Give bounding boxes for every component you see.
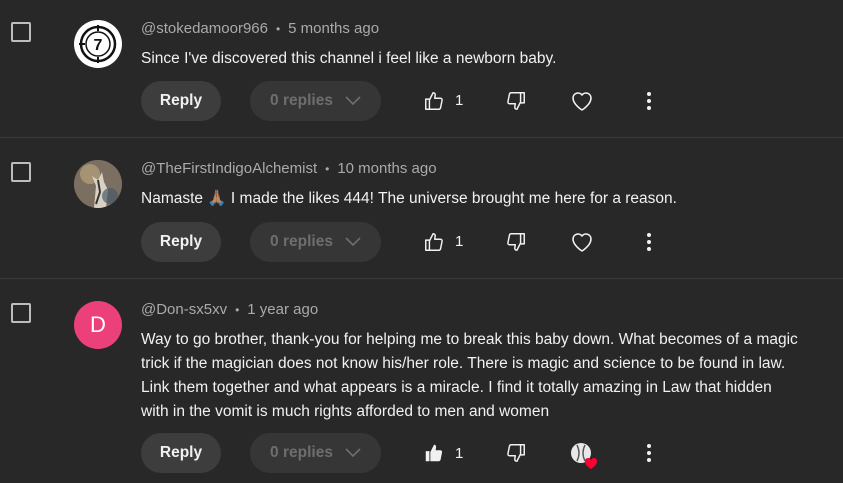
avatar[interactable]: D bbox=[74, 301, 122, 349]
like-button[interactable] bbox=[422, 441, 446, 465]
timestamp[interactable]: 10 months ago bbox=[337, 160, 436, 177]
dislike-button[interactable] bbox=[504, 89, 528, 113]
dislike-button[interactable] bbox=[504, 230, 528, 254]
reply-button[interactable]: Reply bbox=[141, 81, 221, 121]
author-name[interactable]: @stokedamoor966 bbox=[141, 20, 268, 37]
avatar-logo-text: 7 bbox=[94, 37, 103, 54]
channel-logo-icon: 7 bbox=[79, 25, 117, 63]
select-checkbox[interactable] bbox=[11, 162, 31, 182]
view-replies-button[interactable]: 0 replies bbox=[250, 81, 381, 121]
like-count: 1 bbox=[455, 233, 464, 250]
creator-heart-badge[interactable] bbox=[568, 440, 598, 470]
more-vert-icon bbox=[647, 92, 651, 110]
like-button[interactable] bbox=[422, 230, 446, 254]
heart-button[interactable] bbox=[570, 89, 594, 113]
avatar-letter: D bbox=[90, 312, 106, 337]
chevron-down-icon bbox=[345, 237, 361, 247]
like-count: 1 bbox=[455, 92, 464, 109]
comment-meta: @stokedamoor966 • 5 months ago bbox=[141, 20, 379, 37]
more-vert-icon bbox=[647, 233, 651, 251]
chevron-down-icon bbox=[345, 448, 361, 458]
comments-list: 7 @stokedamoor966 • 5 months ago Since I'v… bbox=[0, 0, 843, 483]
select-checkbox[interactable] bbox=[11, 303, 31, 323]
thumbs-down-icon bbox=[507, 92, 525, 110]
avatar[interactable]: 7 bbox=[74, 20, 122, 68]
more-actions-button[interactable] bbox=[637, 441, 661, 465]
comment-text: Namaste 🙏🏽 I made the likes 444! The uni… bbox=[141, 190, 677, 207]
thumbs-down-icon bbox=[507, 444, 525, 462]
comment-text: Since I've discovered this channel i fee… bbox=[141, 50, 557, 67]
comment-meta: @Don-sx5xv • 1 year ago bbox=[141, 301, 318, 318]
avatar[interactable] bbox=[74, 160, 122, 208]
view-replies-button[interactable]: 0 replies bbox=[250, 433, 381, 473]
chevron-down-icon bbox=[345, 96, 361, 106]
heart-icon bbox=[572, 233, 592, 252]
more-actions-button[interactable] bbox=[637, 230, 661, 254]
view-replies-button[interactable]: 0 replies bbox=[250, 222, 381, 262]
author-name[interactable]: @TheFirstIndigoAlchemist bbox=[141, 160, 317, 177]
more-actions-button[interactable] bbox=[637, 89, 661, 113]
timestamp[interactable]: 1 year ago bbox=[247, 301, 318, 318]
like-button[interactable] bbox=[422, 89, 446, 113]
meta-separator: • bbox=[275, 22, 281, 36]
thumbs-up-icon bbox=[425, 92, 443, 110]
replies-label: 0 replies bbox=[270, 444, 333, 461]
thumbs-up-icon bbox=[425, 233, 443, 251]
dislike-button[interactable] bbox=[504, 441, 528, 465]
comment-item: D @Don-sx5xv • 1 year ago Way to go brothe… bbox=[0, 279, 843, 483]
comment-item: 7 @stokedamoor966 • 5 months ago Since I'v… bbox=[0, 0, 843, 138]
replies-label: 0 replies bbox=[270, 92, 333, 109]
timestamp[interactable]: 5 months ago bbox=[288, 20, 379, 37]
comment-meta: @TheFirstIndigoAlchemist • 10 months ago bbox=[141, 160, 437, 177]
creator-heart-icon bbox=[571, 443, 598, 469]
thumbs-down-icon bbox=[507, 233, 525, 251]
replies-label: 0 replies bbox=[270, 233, 333, 250]
reply-button[interactable]: Reply bbox=[141, 433, 221, 473]
meta-separator: • bbox=[235, 303, 240, 317]
reply-button[interactable]: Reply bbox=[141, 222, 221, 262]
comment-item: @TheFirstIndigoAlchemist • 10 months ago N… bbox=[0, 138, 843, 279]
heart-icon bbox=[572, 92, 592, 111]
user-photo-icon bbox=[74, 160, 122, 208]
like-count: 1 bbox=[455, 445, 464, 462]
author-name[interactable]: @Don-sx5xv bbox=[141, 301, 227, 318]
meta-separator: • bbox=[325, 162, 330, 176]
more-vert-icon bbox=[647, 444, 651, 462]
comment-text: Way to go brother, thank-you for helping… bbox=[141, 331, 798, 420]
heart-button[interactable] bbox=[570, 230, 594, 254]
select-checkbox[interactable] bbox=[11, 22, 31, 42]
thumbs-up-filled-icon bbox=[425, 444, 443, 462]
